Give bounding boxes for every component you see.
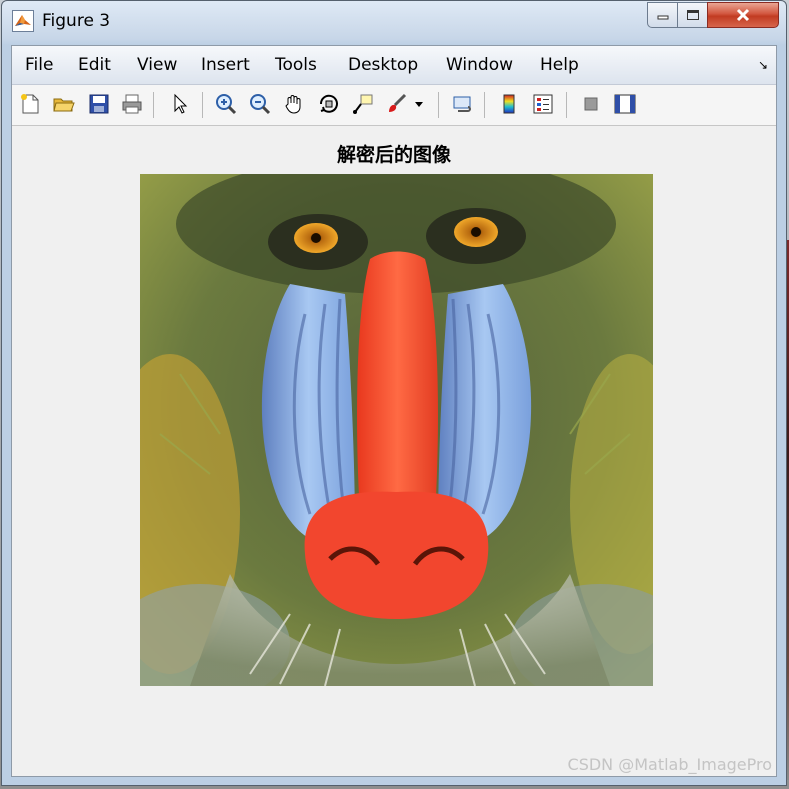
colorbar-icon[interactable]: [496, 91, 522, 117]
print-icon[interactable]: [119, 91, 145, 117]
open-file-icon[interactable]: [51, 91, 77, 117]
menu-insert[interactable]: Insert: [201, 55, 250, 75]
toolbar-separator: [153, 92, 154, 118]
image-axes[interactable]: [140, 174, 653, 686]
matlab-logo-icon[interactable]: [12, 10, 34, 32]
brush-icon[interactable]: [384, 91, 410, 117]
watermark-text: CSDN @Matlab_ImagePro: [567, 755, 772, 774]
dock-arrow-icon[interactable]: ↘: [758, 58, 768, 72]
menu-window[interactable]: Window: [446, 55, 513, 75]
toolbar-separator: [484, 92, 485, 118]
title-bar[interactable]: Figure 3: [2, 1, 786, 43]
rotate-3d-icon[interactable]: [316, 91, 342, 117]
toolbar-separator: [438, 92, 439, 118]
new-figure-icon[interactable]: [17, 91, 43, 117]
menu-desktop[interactable]: Desktop: [348, 55, 418, 75]
link-plot-icon[interactable]: [450, 91, 476, 117]
close-button[interactable]: [707, 2, 779, 28]
plot-title: 解密后的图像: [336, 144, 451, 166]
menu-edit[interactable]: Edit: [78, 55, 111, 75]
minimize-button[interactable]: [647, 2, 677, 28]
data-cursor-icon[interactable]: [350, 91, 376, 117]
zoom-in-icon[interactable]: [213, 91, 239, 117]
figure-window: Figure 3 File Edit View Insert Tools Des…: [1, 0, 787, 786]
legend-icon[interactable]: [530, 91, 556, 117]
figure-canvas: 解密后的图像 CSDN @Matlab_ImagePro: [12, 126, 776, 776]
hide-plot-tools-icon[interactable]: [578, 91, 604, 117]
save-icon[interactable]: [86, 91, 112, 117]
maximize-button[interactable]: [677, 2, 707, 28]
show-plot-tools-icon[interactable]: [612, 91, 638, 117]
brush-dropdown-icon[interactable]: [412, 91, 426, 117]
menu-bar: File Edit View Insert Tools Desktop Wind…: [12, 46, 776, 85]
zoom-out-icon[interactable]: [247, 91, 273, 117]
toolbar-separator: [202, 92, 203, 118]
pan-hand-icon[interactable]: [281, 91, 307, 117]
menu-view[interactable]: View: [137, 55, 177, 75]
menu-file[interactable]: File: [25, 55, 53, 75]
figure-client-area: File Edit View Insert Tools Desktop Wind…: [11, 45, 777, 777]
window-title: Figure 3: [42, 11, 111, 31]
edit-plot-arrow-icon[interactable]: [167, 91, 193, 117]
figure-toolbar: [12, 85, 776, 126]
menu-help[interactable]: Help: [540, 55, 579, 75]
menu-tools[interactable]: Tools: [275, 55, 317, 75]
baboon-image: [140, 174, 653, 686]
toolbar-separator: [566, 92, 567, 118]
